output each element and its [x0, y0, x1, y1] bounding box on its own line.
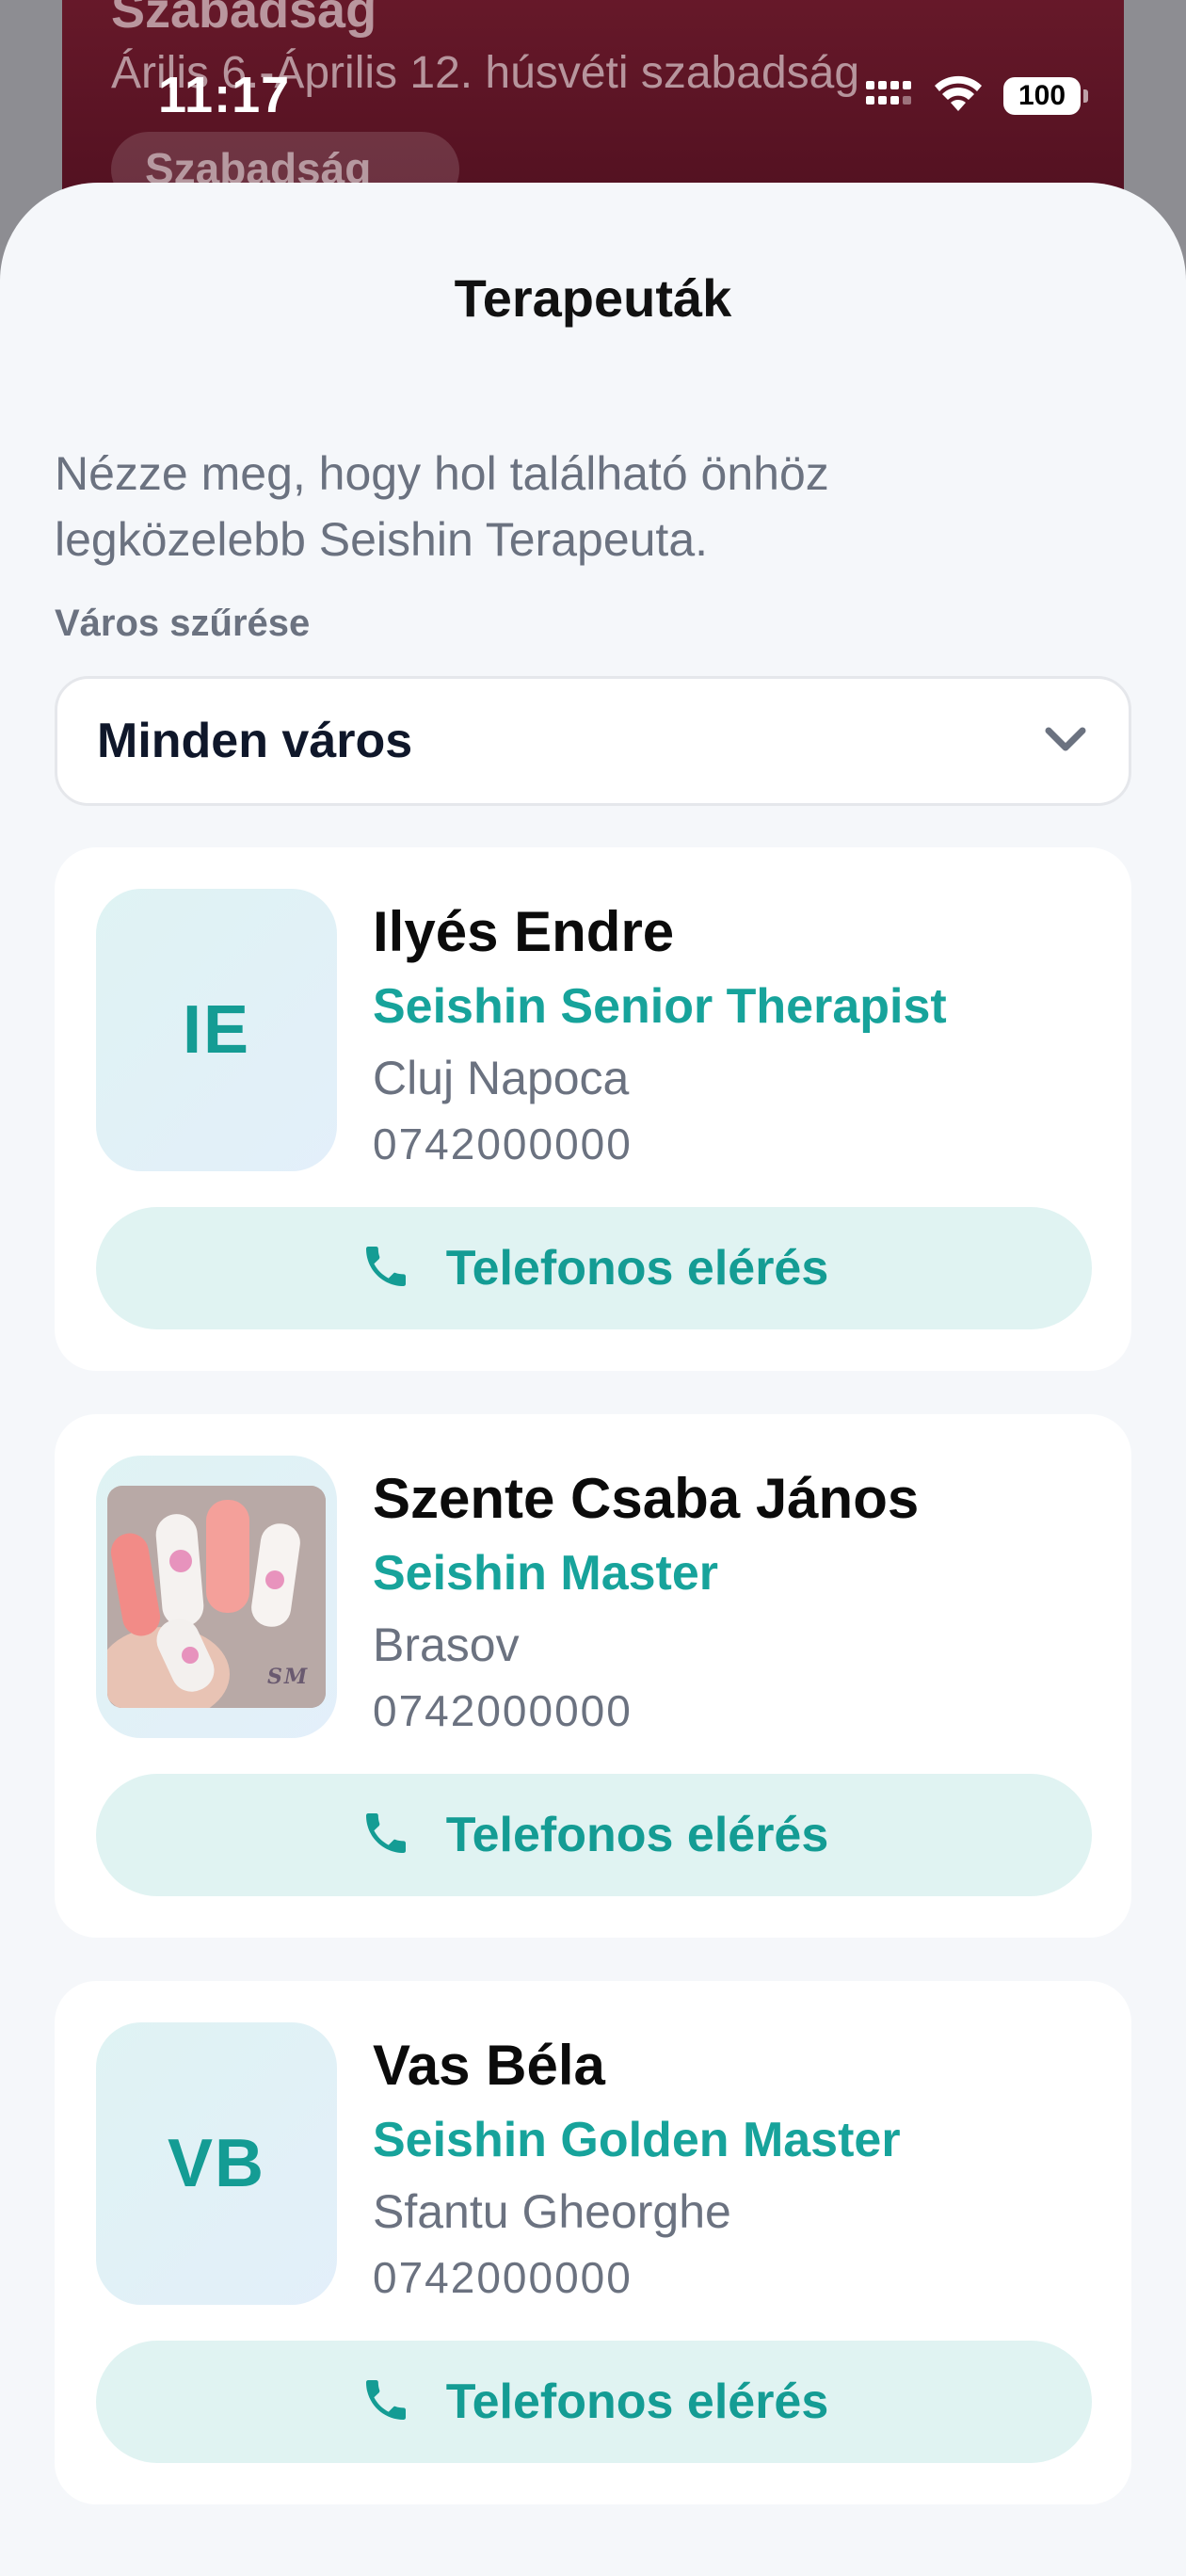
- chevron-down-icon: [1044, 725, 1087, 758]
- status-bar: 11:17 100: [0, 0, 1186, 188]
- therapist-name: Vas Béla: [373, 2034, 605, 2097]
- phone-icon: [360, 1807, 412, 1864]
- therapist-phone: 0742000000: [373, 1119, 633, 1168]
- page-title: Terapeuták: [454, 268, 732, 328]
- avatar: VB: [96, 2022, 337, 2305]
- therapist-card: IE Ilyés Endre Seishin Senior Therapist …: [55, 847, 1131, 1371]
- therapist-role: Seishin Master: [373, 1546, 719, 1601]
- avatar-photo: SM: [96, 1456, 337, 1738]
- status-icons: 100: [866, 73, 1088, 119]
- call-button[interactable]: Telefonos elérés: [96, 1207, 1092, 1329]
- therapist-role: Seishin Senior Therapist: [373, 979, 947, 1034]
- phone-icon: [360, 2374, 412, 2431]
- svg-text:SM: SM: [267, 1665, 309, 1689]
- battery-icon: 100: [1003, 77, 1088, 115]
- call-button-label: Telefonos elérés: [445, 2375, 829, 2429]
- city-filter-value: Minden város: [97, 714, 413, 768]
- call-button[interactable]: Telefonos elérés: [96, 2341, 1092, 2463]
- therapist-phone: 0742000000: [373, 2253, 633, 2302]
- therapist-card: VB Vas Béla Seishin Golden Master Sfantu…: [55, 1981, 1131, 2504]
- profile-photo: SM: [107, 1486, 326, 1708]
- therapist-card: SM Szente Csaba János Seishin Master Bra…: [55, 1414, 1131, 1938]
- call-button[interactable]: Telefonos elérés: [96, 1774, 1092, 1896]
- avatar: IE: [96, 889, 337, 1171]
- therapist-city: Sfantu Gheorghe: [373, 2185, 731, 2238]
- status-time: 11:17: [158, 67, 291, 123]
- therapists-sheet: Terapeuták Nézze meg, hogy hol található…: [0, 183, 1186, 2576]
- phone-icon: [360, 1240, 412, 1297]
- city-filter-select[interactable]: Minden város: [55, 676, 1131, 806]
- wifi-icon: [934, 75, 983, 118]
- signal-icon: [866, 77, 913, 116]
- call-button-label: Telefonos elérés: [445, 1241, 829, 1296]
- therapist-name: Ilyés Endre: [373, 900, 675, 963]
- call-button-label: Telefonos elérés: [445, 1808, 829, 1862]
- therapist-phone: 0742000000: [373, 1686, 633, 1735]
- therapist-city: Brasov: [373, 1618, 520, 1671]
- city-filter-label: Város szűrése: [55, 603, 311, 644]
- intro-text: Nézze meg, hogy hol található önhöz legk…: [55, 447, 829, 566]
- therapist-name: Szente Csaba János: [373, 1467, 920, 1530]
- therapist-role: Seishin Golden Master: [373, 2113, 901, 2167]
- therapist-city: Cluj Napoca: [373, 1052, 630, 1104]
